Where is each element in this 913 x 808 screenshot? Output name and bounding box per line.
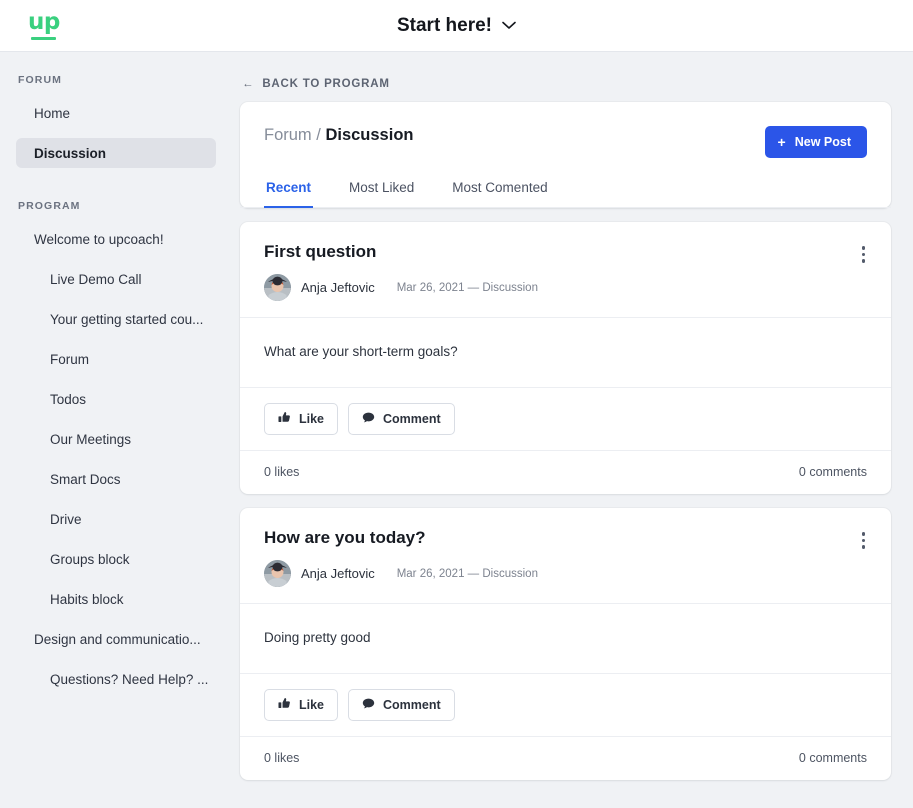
post-author[interactable]: Anja Jeftovic	[301, 280, 375, 295]
sidebar-item-questions-need-help[interactable]: Questions? Need Help? ...	[16, 664, 216, 694]
likes-count: 0 likes	[264, 751, 300, 765]
likes-count: 0 likes	[264, 465, 300, 479]
sidebar-item-drive[interactable]: Drive	[16, 504, 216, 534]
top-bar: up Start here!	[0, 0, 913, 52]
comments-count[interactable]: 0 comments	[799, 465, 867, 479]
post-date: Mar 26, 2021 — Discussion	[396, 567, 538, 580]
like-button[interactable]: Like	[264, 403, 339, 435]
page-body: FORUM Home Discussion PROGRAM Welcome to…	[0, 52, 913, 808]
tab-most-liked[interactable]: Most Liked	[347, 180, 416, 208]
speech-bubble-icon	[362, 697, 375, 713]
app-root: up Start here! FORUM Home Discussion PRO…	[0, 0, 913, 808]
post-author[interactable]: Anja Jeftovic	[301, 566, 375, 581]
post-meta: Anja Jeftovic Mar 26, 2021 — Discussion	[264, 560, 867, 587]
avatar	[264, 560, 291, 587]
avatar	[264, 274, 291, 301]
sidebar-item-welcome-to-upcoach[interactable]: Welcome to upcoach!	[16, 224, 216, 254]
back-to-program-label: BACK TO PROGRAM	[262, 78, 390, 90]
post-actions: Like Comment	[240, 387, 891, 450]
breadcrumb: Forum / Discussion	[264, 126, 413, 145]
post-card: First question Anja Jeftovic Mar 26, 202…	[240, 222, 891, 494]
like-label: Like	[299, 412, 325, 426]
breadcrumb-separator: /	[316, 126, 321, 144]
thumbs-up-icon	[278, 411, 291, 427]
sidebar-item-forum[interactable]: Forum	[16, 344, 216, 374]
comment-label: Comment	[383, 412, 441, 426]
sidebar-section-forum-label: FORUM	[18, 74, 62, 86]
sidebar-item-discussion[interactable]: Discussion	[16, 138, 216, 168]
new-post-label: New Post	[794, 135, 851, 149]
sidebar-item-habits-block[interactable]: Habits block	[16, 584, 216, 614]
post-title[interactable]: How are you today?	[264, 528, 867, 548]
speech-bubble-icon	[362, 411, 375, 427]
forum-header-row: Forum / Discussion + New Post	[240, 102, 891, 158]
tab-most-commented[interactable]: Most Comented	[450, 180, 549, 208]
logo-container[interactable]: up	[0, 11, 232, 40]
post-header: First question Anja Jeftovic Mar 26, 202…	[240, 222, 891, 317]
sidebar-item-groups-block[interactable]: Groups block	[16, 544, 216, 574]
kebab-dot	[861, 246, 865, 250]
sidebar-section-program-label: PROGRAM	[18, 200, 81, 212]
back-to-program-link[interactable]: ← BACK TO PROGRAM	[242, 78, 891, 90]
new-post-button[interactable]: + New Post	[764, 126, 867, 158]
comment-button[interactable]: Comment	[348, 689, 455, 721]
kebab-dot	[861, 252, 865, 256]
tab-recent[interactable]: Recent	[264, 180, 314, 208]
sidebar-item-smart-docs[interactable]: Smart Docs	[16, 464, 216, 494]
main-content: ← BACK TO PROGRAM Forum / Discussion + N…	[232, 52, 913, 808]
like-label: Like	[299, 698, 325, 712]
kebab-dot	[861, 538, 865, 542]
sidebar-item-home[interactable]: Home	[16, 98, 216, 128]
sidebar: FORUM Home Discussion PROGRAM Welcome to…	[0, 52, 232, 808]
post-meta: Anja Jeftovic Mar 26, 2021 — Discussion	[264, 274, 867, 301]
kebab-dot	[861, 259, 865, 263]
sidebar-item-getting-started-course[interactable]: Your getting started cou...	[16, 304, 216, 334]
sidebar-item-live-demo-call[interactable]: Live Demo Call	[16, 264, 216, 294]
logo-underline-bar	[31, 37, 57, 40]
logo-text: up	[28, 9, 60, 35]
post-options-menu-icon[interactable]	[858, 528, 870, 553]
post-stats: 0 likes 0 comments	[240, 450, 891, 494]
post-body: What are your short-term goals?	[240, 317, 891, 387]
kebab-dot	[861, 532, 865, 536]
post-actions: Like Comment	[240, 673, 891, 736]
post-card: How are you today? Anja Jeftovic Mar 26,…	[240, 508, 891, 780]
chevron-down-icon[interactable]	[502, 17, 516, 35]
post-options-menu-icon[interactable]	[858, 242, 870, 267]
plus-icon: +	[777, 134, 786, 150]
comment-button[interactable]: Comment	[348, 403, 455, 435]
sidebar-item-our-meetings[interactable]: Our Meetings	[16, 424, 216, 454]
post-title[interactable]: First question	[264, 242, 867, 262]
like-button[interactable]: Like	[264, 689, 339, 721]
forum-tabs: Recent Most Liked Most Comented	[240, 180, 891, 208]
post-stats: 0 likes 0 comments	[240, 736, 891, 780]
sidebar-item-todos[interactable]: Todos	[16, 384, 216, 414]
thumbs-up-icon	[278, 697, 291, 713]
post-header: How are you today? Anja Jeftovic Mar 26,…	[240, 508, 891, 603]
kebab-dot	[861, 545, 865, 549]
comment-label: Comment	[383, 698, 441, 712]
post-date: Mar 26, 2021 — Discussion	[396, 281, 538, 294]
breadcrumb-current: Discussion	[325, 126, 414, 144]
forum-header-card: Forum / Discussion + New Post Recent Mos…	[240, 102, 891, 208]
arrow-left-icon: ←	[242, 78, 255, 90]
upcoach-logo[interactable]: up	[28, 11, 60, 40]
comments-count[interactable]: 0 comments	[799, 751, 867, 765]
breadcrumb-parent[interactable]: Forum	[264, 126, 312, 144]
post-body: Doing pretty good	[240, 603, 891, 673]
program-title: Start here!	[396, 14, 493, 36]
sidebar-item-design-and-communication[interactable]: Design and communicatio...	[16, 624, 216, 654]
